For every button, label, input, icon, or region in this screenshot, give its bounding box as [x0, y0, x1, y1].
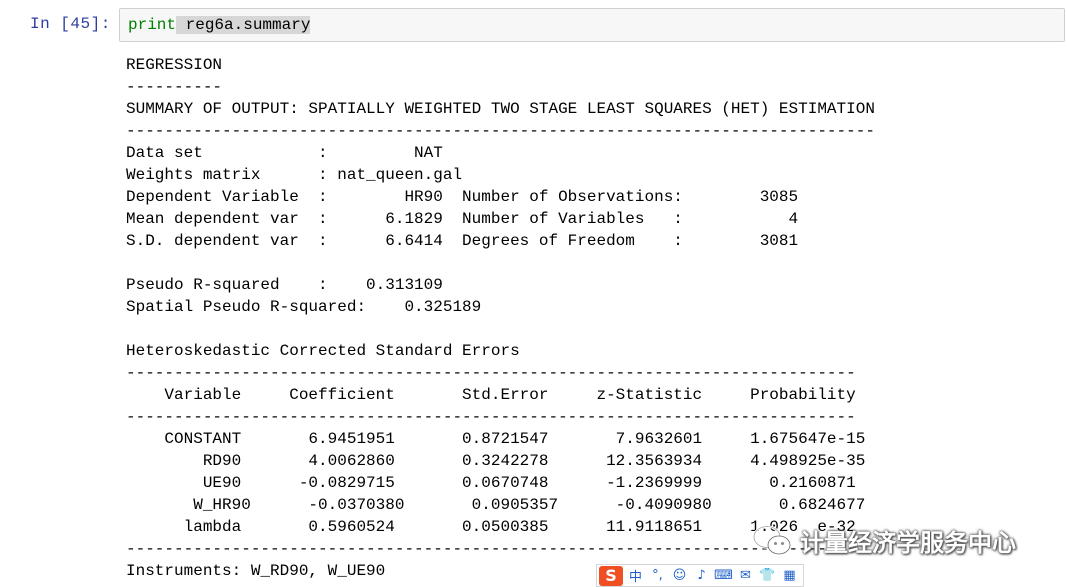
- shirt-icon[interactable]: 👕: [758, 568, 777, 583]
- chinese-mode-icon[interactable]: 中: [626, 566, 645, 585]
- keyboard-icon[interactable]: ⌨: [714, 568, 733, 583]
- output-line: CONSTANT 6.9451951 0.8721547 7.9632601 1…: [126, 430, 866, 448]
- output-line: UE90 -0.0829715 0.0670748 -1.2369999 0.2…: [126, 474, 856, 492]
- output-line: SUMMARY OF OUTPUT: SPATIALLY WEIGHTED TW…: [126, 100, 875, 118]
- watermark-text: 计量经济学服务中心: [800, 529, 1016, 557]
- ime-toolbar[interactable]: S 中 °, ☺ ♪ ⌨ ✉ 👕 ▦: [596, 564, 804, 587]
- punctuation-icon[interactable]: °,: [648, 568, 667, 583]
- emoji-icon[interactable]: ☺: [670, 568, 689, 583]
- output-line: Dependent Variable : HR90 Number of Obse…: [126, 188, 799, 206]
- voice-icon[interactable]: ♪: [692, 568, 711, 583]
- output-line: W_HR90 -0.0370380 0.0905357 -0.4090980 0…: [126, 496, 866, 514]
- output-separator: ----------------------------------------…: [126, 364, 856, 382]
- output-separator: ----------------------------------------…: [126, 122, 875, 140]
- wechat-icon: [752, 524, 791, 554]
- code-text: reg6a.summary: [176, 16, 311, 34]
- watermark: 计量经济学服务中心: [752, 523, 1016, 558]
- output-line: Pseudo R-squared : 0.313109: [126, 276, 443, 294]
- code-input-area[interactable]: print reg6a.summary: [119, 8, 1065, 42]
- output-line: Mean dependent var : 6.1829 Number of Va…: [126, 210, 799, 228]
- output-separator: ----------------------------------------…: [126, 408, 856, 426]
- output-line: Data set : NAT: [126, 144, 443, 162]
- code-keyword: print: [128, 16, 177, 34]
- cell-output: REGRESSION ---------- SUMMARY OF OUTPUT: S…: [126, 54, 1066, 582]
- output-line: S.D. dependent var : 6.6414 Degrees of F…: [126, 232, 799, 250]
- code-line[interactable]: print reg6a.summary: [128, 16, 311, 34]
- output-separator: ----------: [126, 78, 223, 96]
- output-line: Weights matrix : nat_queen.gal: [126, 166, 463, 184]
- toolbox-icon[interactable]: ▦: [780, 568, 799, 583]
- output-line: RD90 4.0062860 0.3242278 12.3563934 4.49…: [126, 452, 866, 470]
- sogou-logo-icon[interactable]: S: [599, 565, 623, 586]
- output-line: Spatial Pseudo R-squared: 0.325189: [126, 298, 482, 316]
- input-prompt: In [45]:: [30, 15, 111, 33]
- output-line: Variable Coefficient Std.Error z-Statist…: [126, 386, 856, 404]
- output-line: Heteroskedastic Corrected Standard Error…: [126, 342, 520, 360]
- skin-icon[interactable]: ✉: [736, 568, 755, 583]
- output-line: REGRESSION: [126, 56, 223, 74]
